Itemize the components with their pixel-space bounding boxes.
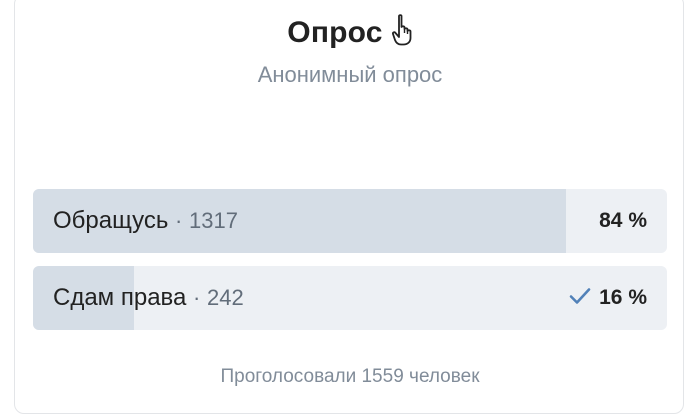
- poll-option-label: Сдам права: [53, 284, 187, 311]
- poll-subtitle: Анонимный опрос: [257, 62, 443, 87]
- poll-option-1[interactable]: Обращусь · 1317 84 %: [33, 189, 667, 253]
- poll-option-vote-count: 1317: [189, 208, 238, 233]
- pointing-up-hand-icon: [391, 14, 413, 46]
- poll-option-percent: 84 %: [599, 209, 647, 232]
- checkmark-icon: [569, 267, 591, 304]
- poll-option-1-text: Обращусь · 1317: [53, 189, 238, 253]
- poll-option-label: Обращусь: [53, 207, 169, 234]
- poll-option-vote-count: 242: [207, 285, 244, 310]
- poll-title-row: Опрос: [0, 14, 700, 54]
- poll-option-percent: 16 %: [599, 286, 647, 309]
- poll-option-separator: ·: [193, 285, 201, 310]
- poll-option-2-result: 16 %: [569, 266, 647, 330]
- poll-option-2-text: Сдам права · 242: [53, 266, 244, 330]
- poll-option-1-result: 84 %: [599, 189, 647, 253]
- poll-option-2[interactable]: Сдам права · 242 16 %: [33, 266, 667, 330]
- poll-option-separator: ·: [175, 208, 183, 233]
- poll-vote-total: Проголосовали 1559 человек: [220, 366, 480, 387]
- poll-title: Опрос: [287, 16, 383, 49]
